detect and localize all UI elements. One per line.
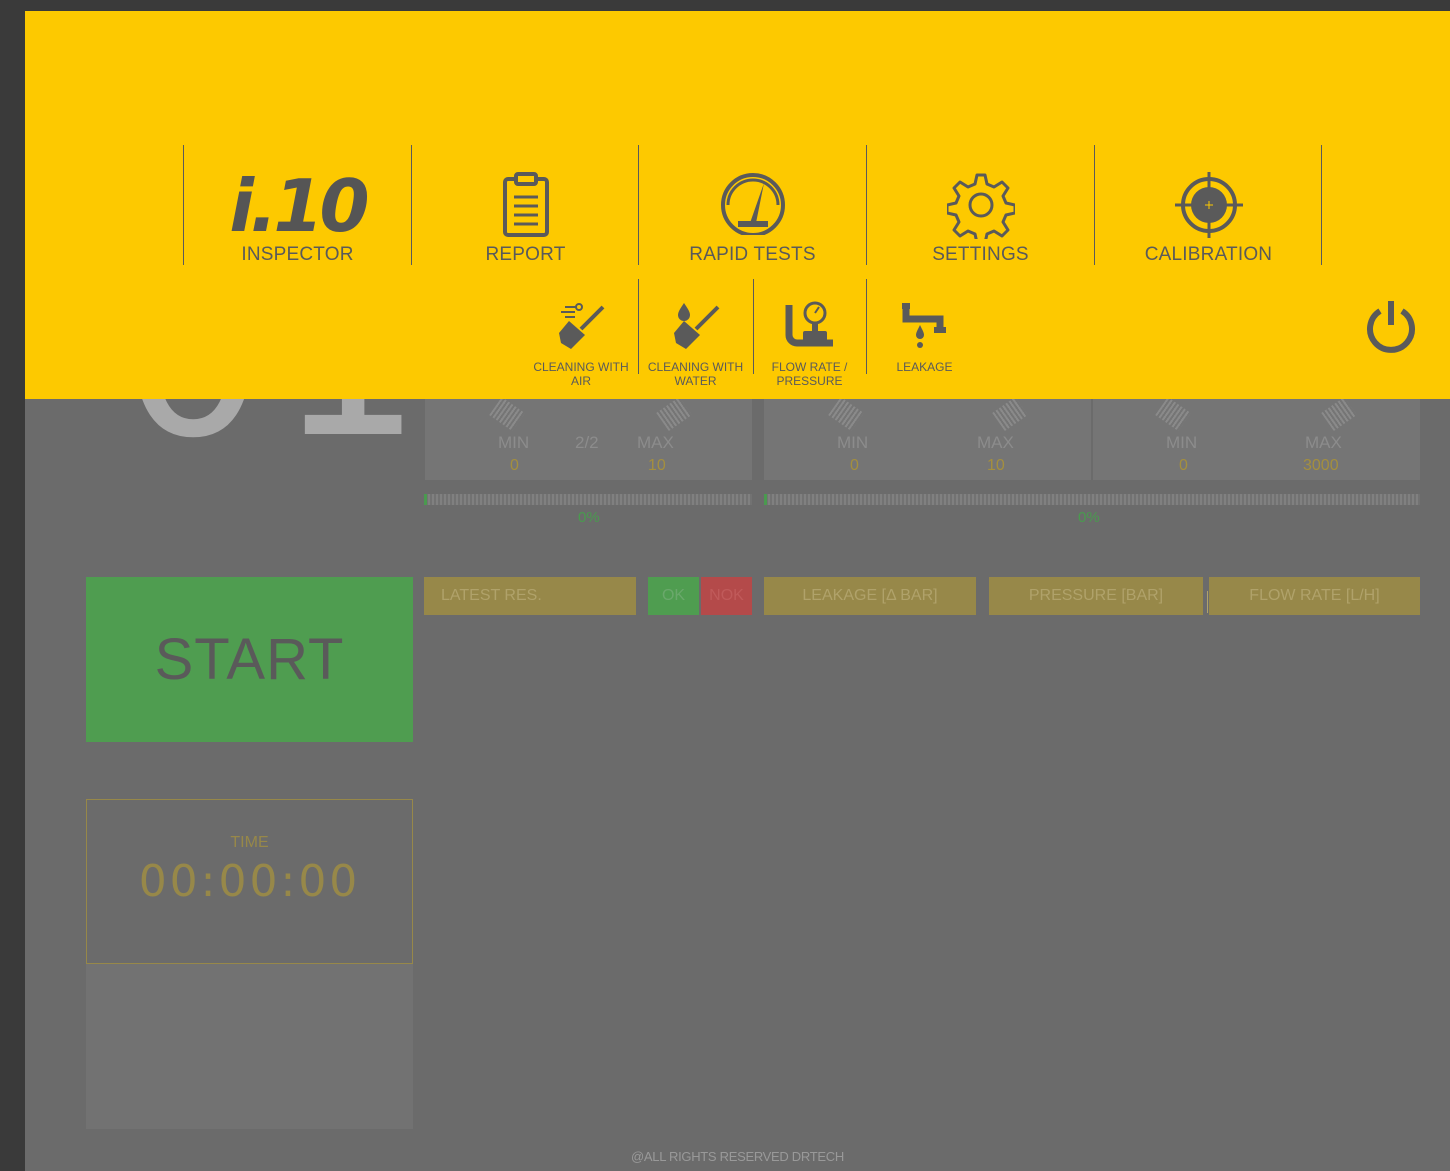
submenu-label: CLEANING WITH AIR [525, 360, 637, 388]
leaking-pipe-icon [867, 299, 982, 349]
submenu-label-line2: LEAKAGE [896, 360, 953, 374]
column-divider [1207, 591, 1208, 613]
gauge-panel-2: MIN MAX 0 10 [764, 395, 1091, 480]
app-window: 01 MIN 2/2 MAX 0 10 MIN MAX 0 10 MIN MAX… [25, 11, 1450, 1171]
time-value: 00:00:00 [138, 856, 361, 907]
gauge-min-label: MIN [837, 433, 869, 452]
menu-item-calibration[interactable]: CALIBRATION [1095, 145, 1322, 265]
gauge-max-value: 3000 [1303, 457, 1339, 474]
menu-item-settings[interactable]: SETTINGS [867, 145, 1094, 265]
start-button[interactable]: START [86, 577, 413, 742]
menu-item-label: SETTINGS [932, 244, 1029, 265]
info-panel [86, 964, 413, 1129]
time-panel: TIME 00:00:00 [86, 799, 413, 964]
main-menu-overlay: i.10 INSPECTOR REPORT RAPID TESTS SETTIN… [25, 11, 1450, 399]
gauge-max-value: 10 [987, 457, 1005, 474]
menu-item-report[interactable]: REPORT [412, 145, 639, 265]
submenu-label: LEAKAGE [867, 360, 982, 374]
submenu-cleaning-air[interactable]: CLEANING WITH AIR [525, 279, 637, 389]
gauge-max-label: MAX [1305, 433, 1342, 452]
submenu-label-line1: CLEANING WITH [533, 360, 629, 374]
gauge-max-value: 10 [648, 457, 666, 474]
gauge-scale-icon [992, 396, 1028, 432]
gauge-min-label: MIN [498, 433, 530, 452]
submenu-label-line2: PRESSURE [776, 374, 843, 388]
leakage-column-header: LEAKAGE [Δ BAR] [764, 577, 976, 615]
gauge-max-label: MAX [637, 433, 674, 452]
speedometer-icon [639, 171, 866, 241]
menu-item-label: CALIBRATION [1144, 244, 1273, 265]
submenu-flow-pressure[interactable]: FLOW RATE / PRESSURE [754, 279, 865, 389]
progress-fill [424, 494, 427, 505]
ok-badge: OK [648, 577, 699, 615]
submenu-label-line2: AIR [570, 374, 591, 388]
gauge-min-value: 0 [510, 457, 519, 474]
power-icon [1367, 301, 1415, 353]
crosshair-icon [1095, 171, 1322, 241]
progress-bar-1 [424, 494, 752, 505]
gauge-scale-icon [489, 396, 525, 432]
flow-pressure-icon [754, 299, 865, 349]
power-button[interactable] [1363, 299, 1419, 355]
gauge-scale-icon [828, 396, 864, 432]
progress-percent-2: 0% [1078, 509, 1100, 526]
footer-copyright: @ALL RIGHTS RESERVED DRTECH [631, 1149, 844, 1164]
logo-text: i.10 [229, 164, 369, 248]
submenu-label: FLOW RATE / PRESSURE [754, 360, 865, 388]
gauge-min-value: 0 [1179, 457, 1188, 474]
gauge-max-label: MAX [977, 433, 1014, 452]
menu-item-label: RAPID TESTS [689, 244, 816, 265]
progress-bar-2 [764, 494, 1420, 505]
gauge-scale-icon [656, 396, 692, 432]
menu-item-rapid-tests[interactable]: RAPID TESTS [639, 145, 866, 265]
flow-rate-column-header: FLOW RATE [L/H] [1209, 577, 1420, 615]
submenu-label-line2: WATER [674, 374, 717, 388]
gauge-panel-1: MIN 2/2 MAX 0 10 [425, 395, 752, 480]
gauge-min-value: 0 [850, 457, 859, 474]
submenu-label-line1: FLOW RATE / [771, 360, 848, 374]
submenu-label: CLEANING WITH WATER [639, 360, 752, 388]
clipboard-icon [412, 171, 639, 241]
air-cleaning-broom-icon [525, 299, 637, 349]
i10-logo-icon: i.10 [184, 164, 411, 248]
gauge-panel-3: MIN MAX 0 3000 [1093, 395, 1420, 480]
time-label: TIME [230, 834, 269, 851]
latest-results-header: LATEST RES. [424, 577, 636, 615]
submenu-leakage[interactable]: LEAKAGE [867, 279, 982, 389]
menu-item-label: INSPECTOR [241, 244, 354, 265]
progress-percent-1: 0% [578, 509, 600, 526]
pressure-column-header: PRESSURE [BAR] [989, 577, 1203, 615]
water-cleaning-broom-icon [639, 299, 752, 349]
menu-item-label: REPORT [485, 244, 566, 265]
menu-item-inspector[interactable]: i.10 INSPECTOR [184, 145, 411, 265]
progress-fill [764, 494, 767, 505]
submenu-cleaning-water[interactable]: CLEANING WITH WATER [639, 279, 752, 389]
gauge-scale-icon [1155, 396, 1191, 432]
nok-badge: NOK [701, 577, 752, 615]
gauge-step: 2/2 [575, 433, 599, 452]
gear-icon [867, 171, 1094, 241]
gauge-scale-icon [1321, 396, 1357, 432]
gauge-min-label: MIN [1166, 433, 1198, 452]
submenu-label-line1: CLEANING WITH [647, 360, 744, 374]
